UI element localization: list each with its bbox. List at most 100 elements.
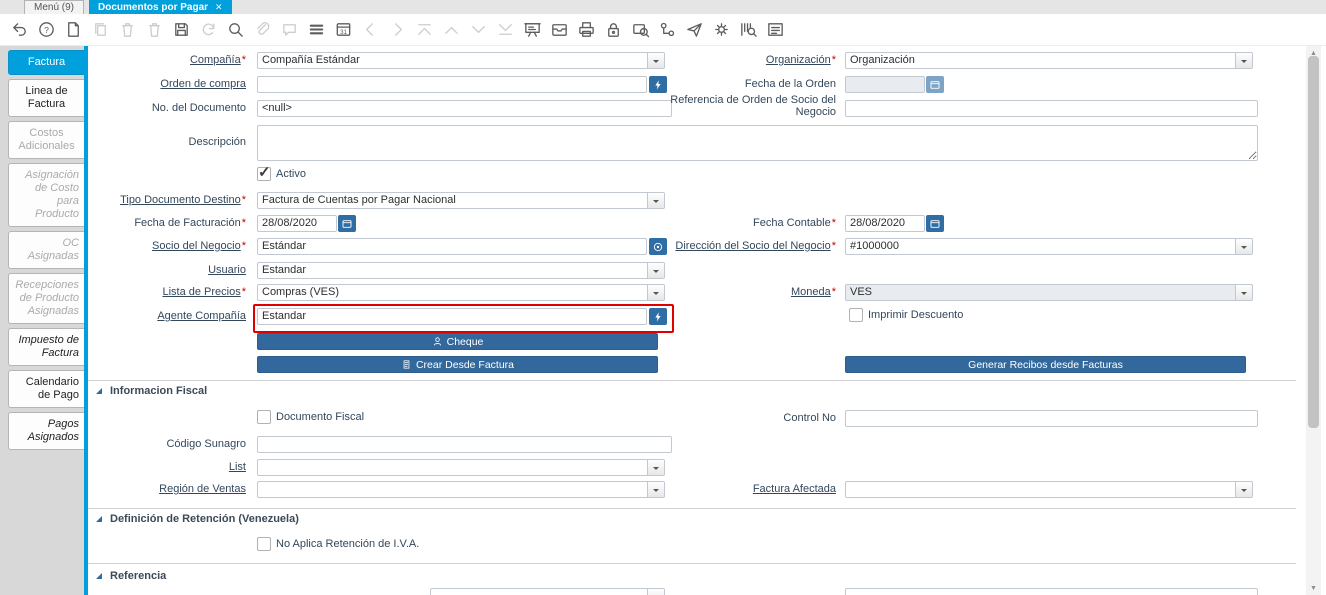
fecha-contable-field[interactable]: 28/08/2020 (845, 215, 925, 232)
codigo-sunagro-field[interactable] (257, 436, 672, 453)
control-no-label: Control No (616, 410, 836, 427)
process-gear-icon[interactable] (708, 18, 735, 42)
agente-compania-label: Agente Compañía (88, 308, 246, 325)
referencia-partial-field[interactable] (430, 588, 665, 595)
imprimir-descuento-checkbox[interactable] (849, 308, 863, 322)
tipo-documento-field[interactable]: Factura de Cuentas por Pagar Nacional (257, 192, 665, 209)
save-icon[interactable] (168, 18, 195, 42)
svg-text:?: ? (44, 25, 49, 35)
toggle-grid-icon[interactable] (303, 18, 330, 42)
collapse-triangle-icon[interactable] (96, 573, 102, 579)
tipo-documento-label: Tipo Documento Destino* (88, 192, 246, 209)
dropdown-arrow-icon[interactable] (1235, 53, 1252, 68)
generar-recibos-button[interactable]: Generar Recibos desde Facturas (845, 356, 1246, 373)
referencia-partial-field[interactable] (845, 588, 1258, 595)
fecha-facturacion-field[interactable]: 28/08/2020 (257, 215, 337, 232)
workflow-icon[interactable] (654, 18, 681, 42)
informacion-fiscal-header[interactable]: Informacion Fiscal (110, 385, 207, 397)
cheque-button[interactable]: Cheque (257, 333, 658, 350)
region-ventas-field[interactable] (257, 481, 665, 498)
codigo-sunagro-label: Código Sunagro (88, 436, 246, 453)
sidebar-tab-factura[interactable]: Factura (8, 50, 84, 75)
dropdown-arrow-icon[interactable] (647, 589, 664, 595)
region-ventas-label: Región de Ventas (88, 481, 246, 498)
section-separator (88, 563, 1296, 564)
scroll-down-icon[interactable]: ▼ (1306, 581, 1321, 595)
fecha-facturacion-calendar-button[interactable] (338, 215, 356, 232)
new-record-icon[interactable] (60, 18, 87, 42)
compania-label: Compañía* (88, 52, 246, 69)
organizacion-field[interactable]: Organización (845, 52, 1253, 69)
report-icon[interactable] (519, 18, 546, 42)
collapse-triangle-icon[interactable] (96, 516, 102, 522)
agente-compania-field[interactable]: Estandar (257, 308, 647, 325)
fecha-orden-field (845, 76, 925, 93)
find-icon[interactable] (222, 18, 249, 42)
direccion-socio-field[interactable]: #1000000 (845, 238, 1253, 255)
print-icon[interactable] (573, 18, 600, 42)
sidebar-tab-linea-de-factura[interactable]: Linea de Factura (8, 79, 84, 117)
archive-icon[interactable] (546, 18, 573, 42)
print-preview-icon[interactable] (762, 18, 789, 42)
crear-desde-factura-button[interactable]: Crear Desde Factura (257, 356, 658, 373)
socio-negocio-field[interactable]: Estándar (257, 238, 647, 255)
next-record-icon (384, 18, 411, 42)
dropdown-arrow-icon[interactable] (647, 193, 664, 208)
usuario-field[interactable]: Estandar (257, 262, 665, 279)
dropdown-arrow-icon[interactable] (1235, 482, 1252, 497)
close-icon[interactable]: ✕ (215, 1, 223, 14)
sidebar-tab-calendario-de-pago[interactable]: Calendario de Pago (8, 370, 84, 408)
dropdown-arrow-icon[interactable] (647, 460, 664, 475)
scrollbar-thumb[interactable] (1308, 56, 1319, 428)
moneda-label: Moneda* (616, 284, 836, 301)
list-field[interactable] (257, 459, 665, 476)
lista-precios-field[interactable]: Compras (VES) (257, 284, 665, 301)
collapse-triangle-icon[interactable] (96, 388, 102, 394)
person-icon (432, 336, 443, 347)
orden-compra-field[interactable] (257, 76, 647, 93)
tab-documentos-por-pagar[interactable]: Documentos por Pagar ✕ (89, 0, 232, 14)
chat-icon (276, 18, 303, 42)
retencion-header[interactable]: Definición de Retención (Venezuela) (110, 513, 299, 525)
svg-text:31: 31 (340, 29, 347, 36)
referencia-orden-field[interactable] (845, 100, 1258, 117)
factura-afectada-field[interactable] (845, 481, 1253, 498)
documento-fiscal-checkbox[interactable] (257, 410, 271, 424)
calendar-icon (929, 218, 941, 230)
refresh-icon (195, 18, 222, 42)
activo-label: Activo (276, 167, 306, 182)
window-tabbar: Menú (9) Documentos por Pagar ✕ (0, 0, 1326, 14)
previous-record-icon (357, 18, 384, 42)
tab-sidebar: Factura Linea de Factura Costos Adiciona… (0, 46, 84, 595)
zoom-across-icon[interactable] (627, 18, 654, 42)
descripcion-field[interactable] (257, 125, 1258, 161)
help-icon[interactable]: ? (33, 18, 60, 42)
organizacion-label: Organización* (616, 52, 836, 69)
sidebar-tab-impuesto-de-factura[interactable]: Impuesto de Factura (8, 328, 84, 366)
dropdown-arrow-icon[interactable] (1235, 239, 1252, 254)
lock-icon[interactable] (600, 18, 627, 42)
no-aplica-retencion-label: No Aplica Retención de I.V.A. (276, 537, 419, 552)
calendar-icon[interactable]: 31 (330, 18, 357, 42)
referencia-header[interactable]: Referencia (110, 570, 166, 582)
undo-icon[interactable] (6, 18, 33, 42)
vertical-scrollbar[interactable]: ▲ ▼ (1306, 46, 1321, 595)
product-info-icon[interactable] (735, 18, 762, 42)
descripcion-label: Descripción (88, 134, 246, 151)
fecha-orden-label: Fecha de la Orden (616, 76, 836, 93)
fecha-contable-calendar-button[interactable] (926, 215, 944, 232)
dropdown-arrow-icon (1235, 285, 1252, 300)
compania-field[interactable]: Compañía Estándar (257, 52, 665, 69)
sidebar-tab-pagos-asignados[interactable]: Pagos Asignados (8, 412, 84, 450)
socio-negocio-label: Socio del Negocio* (88, 238, 246, 255)
agente-compania-zoom-button[interactable] (649, 308, 667, 325)
orden-compra-label: Orden de compra (88, 76, 246, 93)
tab-menu[interactable]: Menú (9) (24, 0, 84, 14)
no-documento-field[interactable]: <null> (257, 100, 672, 117)
dropdown-arrow-icon[interactable] (647, 263, 664, 278)
no-aplica-retencion-checkbox[interactable] (257, 537, 271, 551)
control-no-field[interactable] (845, 410, 1258, 427)
factura-form: Compañía* Compañía Estándar Organización… (88, 46, 1296, 595)
send-mail-icon[interactable] (681, 18, 708, 42)
activo-checkbox[interactable]: ✓ (257, 167, 271, 181)
